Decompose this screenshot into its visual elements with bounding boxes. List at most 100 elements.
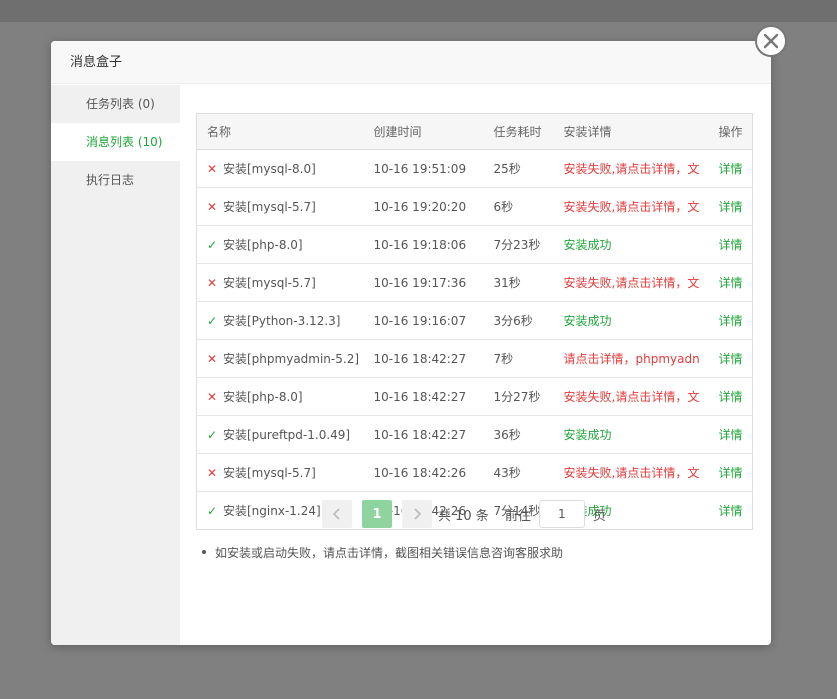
prev-page-button[interactable] — [322, 500, 352, 528]
help-note: 如安装或启动失败，请点击详情，截图相关错误信息咨询客服求助 — [196, 544, 752, 561]
table-row: ✕ 安装[php-8.0] 10-16 18:42:27 1分27秒 安装失败,请点击详… — [196, 377, 753, 416]
cell-action: 详情 — [708, 339, 753, 378]
message-table: 名称 创建时间 任务耗时 安装详情 操作 ✕ 安装[mysql-8.0] 10-16… — [196, 113, 753, 530]
task-name: 安装[php-8.0] — [223, 238, 303, 252]
cross-icon: ✕ — [207, 352, 218, 366]
cross-icon: ✕ — [207, 200, 218, 214]
pagination: 1 共 10 条 前往 页 — [322, 499, 606, 529]
cell-created-time: 10-16 18:42:27 — [363, 415, 484, 454]
cell-detail: 安装失败,请点击详情，文 — [553, 149, 709, 188]
dialog-title: 消息盒子 — [51, 41, 771, 84]
cell-created-time: 10-16 19:51:09 — [363, 149, 484, 188]
task-name: 安装[mysql-5.7] — [223, 200, 316, 214]
cell-created-time: 10-16 18:42:26 — [363, 453, 484, 492]
detail-link[interactable]: 详情 — [719, 428, 743, 442]
sidebar: 任务列表 (0) 消息列表 (10) 执行日志 — [51, 85, 180, 645]
detail-link[interactable]: 详情 — [719, 162, 743, 176]
cell-detail: 安装成功 — [553, 225, 709, 264]
cell-duration: 25秒 — [483, 149, 554, 188]
check-icon: ✓ — [207, 238, 218, 252]
column-header-duration: 任务耗时 — [483, 113, 554, 150]
cell-action: 详情 — [708, 225, 753, 264]
detail-link[interactable]: 详情 — [719, 466, 743, 480]
cell-duration: 7秒 — [483, 339, 554, 378]
column-header-name: 名称 — [196, 113, 364, 150]
detail-link[interactable]: 详情 — [719, 238, 743, 252]
cell-name: ✓ 安装[pureftpd-1.0.49] — [196, 415, 364, 454]
message-box-dialog: 消息盒子 任务列表 (0) 消息列表 (10) 执行日志 名称 创建时间 任务耗… — [51, 41, 771, 645]
goto-label: 前往 — [504, 508, 531, 524]
task-name: 安装[mysql-5.7] — [223, 276, 316, 290]
cell-name: ✕ 安装[phpmyadmin-5.2] — [196, 339, 364, 378]
cross-icon: ✕ — [207, 466, 218, 480]
sidebar-item-task-list[interactable]: 任务列表 (0) — [51, 85, 180, 123]
total-count: 共 10 条 — [438, 508, 489, 524]
cell-name: ✕ 安装[mysql-5.7] — [196, 187, 364, 226]
cell-name: ✓ 安装[php-8.0] — [196, 225, 364, 264]
detail-link[interactable]: 详情 — [719, 390, 743, 404]
table-row: ✕ 安装[phpmyadmin-5.2] 10-16 18:42:27 7秒 请点击详情… — [196, 339, 753, 378]
column-header-created: 创建时间 — [363, 113, 484, 150]
next-page-button[interactable] — [402, 500, 432, 528]
task-name: 安装[pureftpd-1.0.49] — [223, 428, 351, 442]
table-body: ✕ 安装[mysql-8.0] 10-16 19:51:09 25秒 安装失败,请点击详… — [196, 149, 753, 530]
cell-detail: 安装成功 — [553, 301, 709, 340]
task-name: 安装[Python-3.12.3] — [223, 314, 341, 328]
cell-name: ✕ 安装[mysql-5.7] — [196, 263, 364, 302]
table-row: ✓ 安装[Python-3.12.3] 10-16 19:16:07 3分6秒 安装成功… — [196, 301, 753, 340]
cell-created-time: 10-16 18:42:27 — [363, 377, 484, 416]
task-name: 安装[php-8.0] — [223, 390, 303, 404]
cell-duration: 31秒 — [483, 263, 554, 302]
check-icon: ✓ — [207, 428, 218, 442]
task-name: 安装[phpmyadmin-5.2] — [223, 352, 360, 366]
cell-name: ✕ 安装[php-8.0] — [196, 377, 364, 416]
sidebar-item-execution-log[interactable]: 执行日志 — [51, 161, 180, 199]
cell-action: 详情 — [708, 301, 753, 340]
top-band — [0, 0, 837, 22]
detail-link[interactable]: 详情 — [719, 200, 743, 214]
cell-created-time: 10-16 19:18:06 — [363, 225, 484, 264]
detail-link[interactable]: 详情 — [719, 504, 743, 518]
table-row: ✕ 安装[mysql-8.0] 10-16 19:51:09 25秒 安装失败,请点击详… — [196, 149, 753, 188]
detail-link[interactable]: 详情 — [719, 314, 743, 328]
goto-page-input[interactable] — [538, 500, 585, 528]
cell-duration: 6秒 — [483, 187, 554, 226]
close-button[interactable] — [755, 25, 787, 57]
sidebar-item-message-list[interactable]: 消息列表 (10) — [51, 123, 180, 161]
cell-created-time: 10-16 19:20:20 — [363, 187, 484, 226]
cell-detail: 安装成功 — [553, 415, 709, 454]
cell-action: 详情 — [708, 263, 753, 302]
cell-duration: 43秒 — [483, 453, 554, 492]
cell-action: 详情 — [708, 149, 753, 188]
detail-link[interactable]: 详情 — [719, 276, 743, 290]
task-name: 安装[mysql-5.7] — [223, 466, 316, 480]
chevron-right-icon — [414, 508, 422, 520]
cell-detail: 请点击详情，phpmyadn — [553, 339, 709, 378]
table-row: ✕ 安装[mysql-5.7] 10-16 19:17:36 31秒 安装失败,请点击详… — [196, 263, 753, 302]
check-icon: ✓ — [207, 314, 218, 328]
chevron-left-icon — [332, 508, 340, 520]
task-name: 安装[mysql-8.0] — [223, 162, 316, 176]
cell-action: 详情 — [708, 377, 753, 416]
cross-icon: ✕ — [207, 162, 218, 176]
cross-icon: ✕ — [207, 390, 218, 404]
cell-duration: 7分23秒 — [483, 225, 554, 264]
cell-detail: 安装失败,请点击详情，文 — [553, 187, 709, 226]
table-row: ✕ 安装[mysql-5.7] 10-16 18:42:26 43秒 安装失败,请点击详… — [196, 453, 753, 492]
main-content: 名称 创建时间 任务耗时 安装详情 操作 ✕ 安装[mysql-8.0] 10-16… — [196, 113, 753, 561]
cell-name: ✕ 安装[mysql-5.7] — [196, 453, 364, 492]
cell-action: 详情 — [708, 415, 753, 454]
cell-detail: 安装失败,请点击详情，文 — [553, 377, 709, 416]
task-name: 安装[nginx-1.24] — [223, 504, 321, 518]
column-header-action: 操作 — [708, 113, 753, 150]
cell-name: ✕ 安装[mysql-8.0] — [196, 149, 364, 188]
table-row: ✓ 安装[php-8.0] 10-16 19:18:06 7分23秒 安装成功 详情 — [196, 225, 753, 264]
cell-duration: 3分6秒 — [483, 301, 554, 340]
table-row: ✕ 安装[mysql-5.7] 10-16 19:20:20 6秒 安装失败,请点击详情… — [196, 187, 753, 226]
cell-action: 详情 — [709, 492, 753, 530]
cross-icon: ✕ — [207, 276, 218, 290]
table-header-row: 名称 创建时间 任务耗时 安装详情 操作 — [196, 113, 753, 150]
detail-link[interactable]: 详情 — [719, 352, 743, 366]
page-number-current[interactable]: 1 — [362, 500, 392, 528]
cell-created-time: 10-16 19:16:07 — [363, 301, 484, 340]
